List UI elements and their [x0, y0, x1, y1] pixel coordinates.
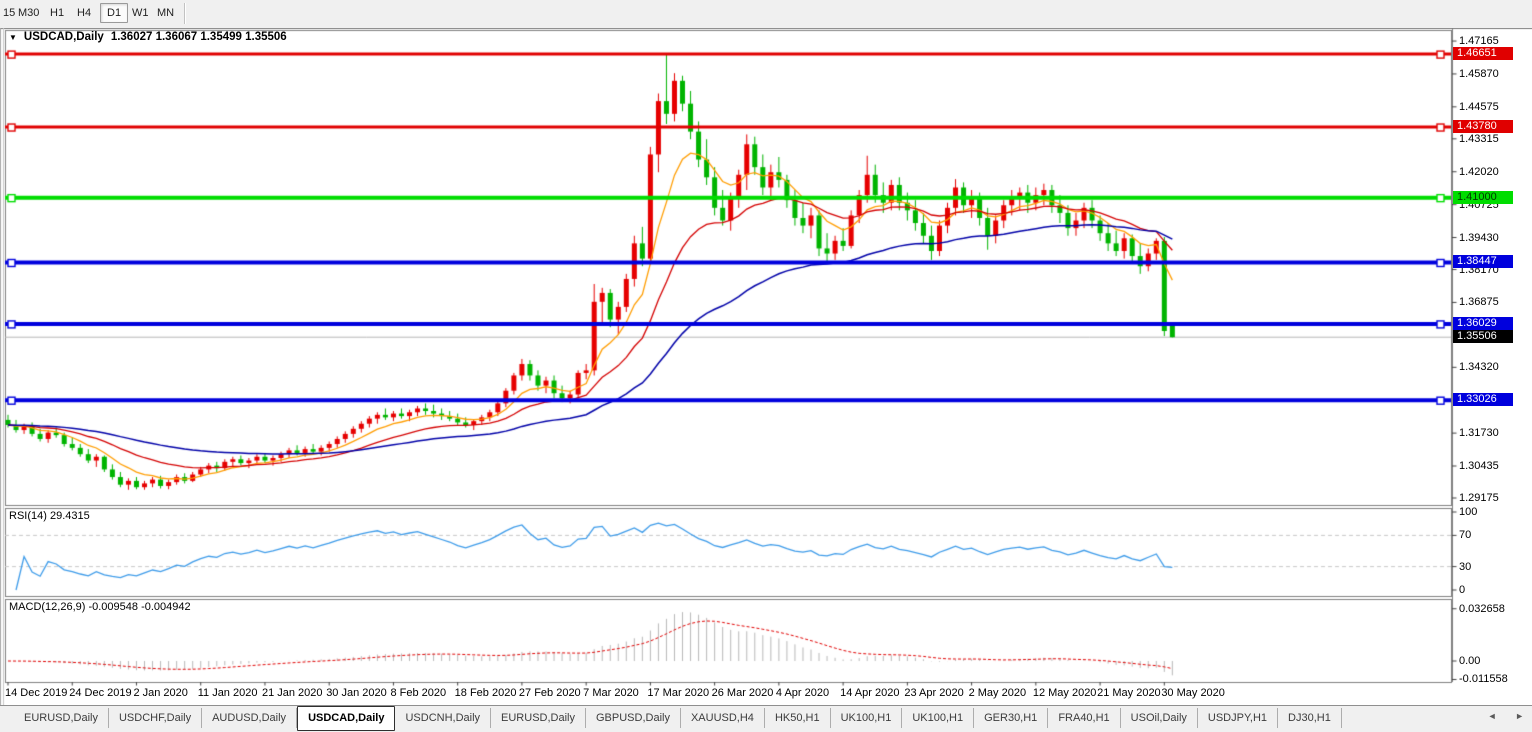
tab-scroll-left-button[interactable]: ◄ — [1488, 711, 1497, 721]
chart-tab-usdcad-daily[interactable]: USDCAD,Daily — [297, 706, 396, 731]
chart-tab-usoil-daily[interactable]: USOil,Daily — [1121, 708, 1198, 728]
chart-tab-hk50-h1[interactable]: HK50,H1 — [765, 708, 831, 728]
timeframe-button-H4[interactable]: H4 — [77, 7, 91, 19]
chart-canvas[interactable] — [0, 28, 1532, 706]
chart-tab-bar: EURUSD,Daily USDCHF,Daily AUDUSD,Daily USDC… — [0, 705, 1532, 732]
toolbar-divider — [184, 3, 186, 24]
chart-tab-ger30-h1[interactable]: GER30,H1 — [974, 708, 1049, 728]
tab-scroll-controls: ◄ ► — [1472, 711, 1524, 721]
chart-tab-usdjpy-h1[interactable]: USDJPY,H1 — [1198, 708, 1279, 728]
chart-tab-eurusd-daily[interactable]: EURUSD,Daily — [14, 708, 109, 728]
chart-tab-usdchf-daily[interactable]: USDCHF,Daily — [109, 708, 203, 728]
timeframe-button-M30[interactable]: M30 — [18, 7, 39, 19]
timeframe-button-W1[interactable]: W1 — [132, 7, 149, 19]
mt4-window: 15 M30 H1 H4 D1 W1 MN ▼ USDCAD,Daily 1.36027 1… — [0, 0, 1532, 732]
chart-tab-uk100-h1[interactable]: UK100,H1 — [902, 708, 975, 728]
timeframe-bar: 15 M30 H1 H4 D1 W1 MN — [0, 0, 1532, 28]
chart-tab-uk100-h1[interactable]: UK100,H1 — [831, 708, 903, 728]
timeframe-button-MN[interactable]: MN — [157, 7, 174, 19]
chart-tab-dj30-h1[interactable]: DJ30,H1 — [1278, 708, 1342, 728]
timeframe-button-H1[interactable]: H1 — [50, 7, 64, 19]
chart-tab-eurusd-daily[interactable]: EURUSD,Daily — [491, 708, 586, 728]
timeframe-button-D1[interactable]: D1 — [100, 3, 129, 23]
chart-tab-xauusd-h4[interactable]: XAUUSD,H4 — [681, 708, 765, 728]
chart-tab-audusd-daily[interactable]: AUDUSD,Daily — [202, 708, 298, 728]
timeframe-button-15[interactable]: 15 — [3, 7, 15, 19]
chart-tab-fra40-h1[interactable]: FRA40,H1 — [1048, 708, 1121, 728]
tab-scroll-right-button[interactable]: ► — [1515, 711, 1524, 721]
chart-tab-gbpusd-daily[interactable]: GBPUSD,Daily — [586, 708, 681, 728]
chart-tab-usdcnh-daily[interactable]: USDCNH,Daily — [395, 708, 492, 728]
